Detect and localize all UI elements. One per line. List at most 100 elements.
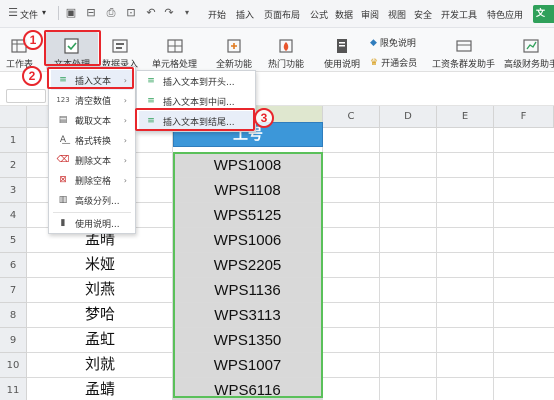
insert-text-submenu: ≡ 插入文本到开头... ≡ 插入文本到中间... ≡ 插入文本到结尾...: [136, 70, 256, 132]
menu-item-advanced-split[interactable]: ▥ 高级分列...: [51, 190, 133, 210]
insert-end-icon: ≡: [147, 116, 155, 126]
preview-icon[interactable]: ⊡: [124, 6, 138, 20]
row-header-5[interactable]: 5: [0, 228, 27, 253]
print-icon[interactable]: ⎙: [104, 6, 118, 20]
menu-item-insert-end[interactable]: ≡ 插入文本到结尾...: [139, 111, 253, 131]
row-header-8[interactable]: 8: [0, 303, 27, 328]
usage-button[interactable]: 使用说明: [324, 38, 360, 70]
extract-text-icon: ▤: [58, 115, 68, 125]
tab-formula[interactable]: 公式: [310, 8, 328, 21]
hot-functions-button[interactable]: 热门功能: [268, 38, 304, 70]
finance-advanced-button[interactable]: 高级财务助手: [504, 38, 554, 70]
save-icon[interactable]: ▣: [64, 6, 78, 20]
menu-item-delete-spaces[interactable]: ⊠ 删除空格 ›: [51, 170, 133, 190]
menu-item-label: 插入文本: [75, 76, 112, 87]
menu-item-label: 使用说明...: [75, 219, 120, 230]
cell-a10[interactable]: 刘就: [27, 352, 173, 377]
tab-page-layout[interactable]: 页面布局: [264, 8, 300, 21]
tab-view[interactable]: 视图: [388, 8, 406, 21]
tab-home[interactable]: 开始: [208, 8, 226, 21]
redo-icon[interactable]: ↷: [162, 6, 176, 20]
insert-text-icon: ≡: [59, 75, 67, 85]
row-header-4[interactable]: 4: [0, 203, 27, 228]
cell-b5[interactable]: WPS1006: [173, 228, 322, 252]
cell-a9[interactable]: 孟虹: [27, 327, 173, 352]
free-usage-label: 限免说明: [379, 39, 416, 49]
submenu-arrow-icon: ›: [123, 155, 127, 165]
menu-item-extract-text[interactable]: ▤ 截取文本 ›: [51, 110, 133, 130]
menu-item-format-convert[interactable]: A͟ 格式转换 ›: [51, 130, 133, 150]
all-functions-button[interactable]: 全新功能: [216, 38, 252, 70]
text-process-button[interactable]: 文本处理: [46, 32, 98, 70]
tab-security[interactable]: 安全: [414, 8, 432, 21]
row-header-1[interactable]: 1: [0, 128, 27, 153]
row-header-2[interactable]: 2: [0, 153, 27, 178]
insert-middle-icon: ≡: [147, 96, 155, 106]
undo-icon[interactable]: ↶: [144, 6, 158, 20]
gridline: [322, 128, 323, 400]
file-menu[interactable]: 文件: [20, 8, 38, 21]
customize-dropdown-icon[interactable]: ▾: [180, 6, 194, 20]
tab-text-tools[interactable]: 文: [533, 5, 554, 23]
delete-text-icon: ⌫: [56, 155, 70, 165]
cell-b2[interactable]: WPS1008: [173, 153, 322, 177]
cell-b7[interactable]: WPS1136: [173, 278, 322, 302]
open-icon[interactable]: ⊟: [84, 6, 98, 20]
format-convert-icon: A͟: [59, 135, 67, 145]
salary-helper-icon: [455, 40, 472, 52]
tab-data[interactable]: 数据: [335, 8, 353, 21]
column-header-d[interactable]: D: [380, 106, 437, 128]
menu-item-insert-start[interactable]: ≡ 插入文本到开头...: [139, 71, 253, 91]
row-header-9[interactable]: 9: [0, 328, 27, 353]
insert-start-icon: ≡: [147, 76, 155, 86]
annotation-number-3: 3: [254, 108, 274, 128]
cell-b8[interactable]: WPS3113: [173, 303, 322, 327]
open-member-label: 开通会员: [381, 59, 418, 69]
free-usage-link[interactable]: ◆ 限免说明: [370, 36, 416, 50]
open-member-link[interactable]: ♛ 开通会员: [370, 56, 418, 70]
cell-a8[interactable]: 梦哈: [27, 302, 173, 327]
cell-b9[interactable]: WPS1350: [173, 328, 322, 352]
cell-b11[interactable]: WPS6116: [173, 378, 322, 400]
row-header-10[interactable]: 10: [0, 353, 27, 378]
menu-bar: ☰ 文件 ▾ ▣ ⊟ ⎙ ⊡ ↶ ↷ ▾ 开始 插入 页面布局 公式 数据 审阅…: [0, 0, 554, 28]
cell-b3[interactable]: WPS1108: [173, 178, 322, 202]
menu-item-usage[interactable]: ▮ 使用说明...: [51, 213, 133, 233]
hamburger-icon[interactable]: ☰: [6, 6, 20, 20]
cell-b4[interactable]: WPS5125: [173, 203, 322, 227]
name-box[interactable]: [6, 89, 46, 103]
gridline: [379, 128, 380, 400]
usage-doc-icon: ▮: [60, 218, 66, 228]
cell-a11[interactable]: 孟蜻: [27, 377, 173, 400]
row-header-7[interactable]: 7: [0, 278, 27, 303]
tab-featured[interactable]: 特色应用: [487, 8, 523, 21]
tab-review[interactable]: 审阅: [361, 8, 379, 21]
salary-helper-button[interactable]: 工资条群发助手: [432, 38, 495, 70]
tab-developer[interactable]: 开发工具: [441, 8, 477, 21]
menu-item-label: 截取文本: [75, 116, 112, 127]
cell-a6[interactable]: 米娅: [27, 252, 173, 277]
gridline: [493, 128, 494, 400]
menu-item-clear-values[interactable]: 123 清空数值 ›: [51, 90, 133, 110]
row-header-6[interactable]: 6: [0, 253, 27, 278]
menu-item-insert-middle[interactable]: ≡ 插入文本到中间...: [139, 91, 253, 111]
row-header-3[interactable]: 3: [0, 178, 27, 203]
cell-process-button[interactable]: 单元格处理: [152, 38, 197, 70]
cell-process-label: 单元格处理: [152, 60, 198, 70]
cell-a7[interactable]: 刘燕: [27, 277, 173, 302]
select-all-corner[interactable]: [0, 106, 27, 128]
cell-b6[interactable]: WPS2205: [173, 253, 322, 277]
column-header-f[interactable]: F: [494, 106, 554, 128]
usage-icon: [337, 39, 347, 53]
column-header-e[interactable]: E: [437, 106, 494, 128]
file-dropdown-icon[interactable]: ▾: [42, 8, 46, 17]
menu-item-insert-text[interactable]: ≡ 插入文本 ›: [51, 70, 133, 90]
row-header-11[interactable]: 11: [0, 378, 27, 400]
tab-insert[interactable]: 插入: [236, 8, 254, 21]
submenu-arrow-icon: ›: [123, 135, 127, 145]
column-header-c[interactable]: C: [323, 106, 380, 128]
cell-b10[interactable]: WPS1007: [173, 353, 322, 377]
menu-item-delete-text[interactable]: ⌫ 删除文本 ›: [51, 150, 133, 170]
salary-helper-label: 工资条群发助手: [432, 60, 496, 70]
shield-icon: ◆: [370, 37, 377, 48]
